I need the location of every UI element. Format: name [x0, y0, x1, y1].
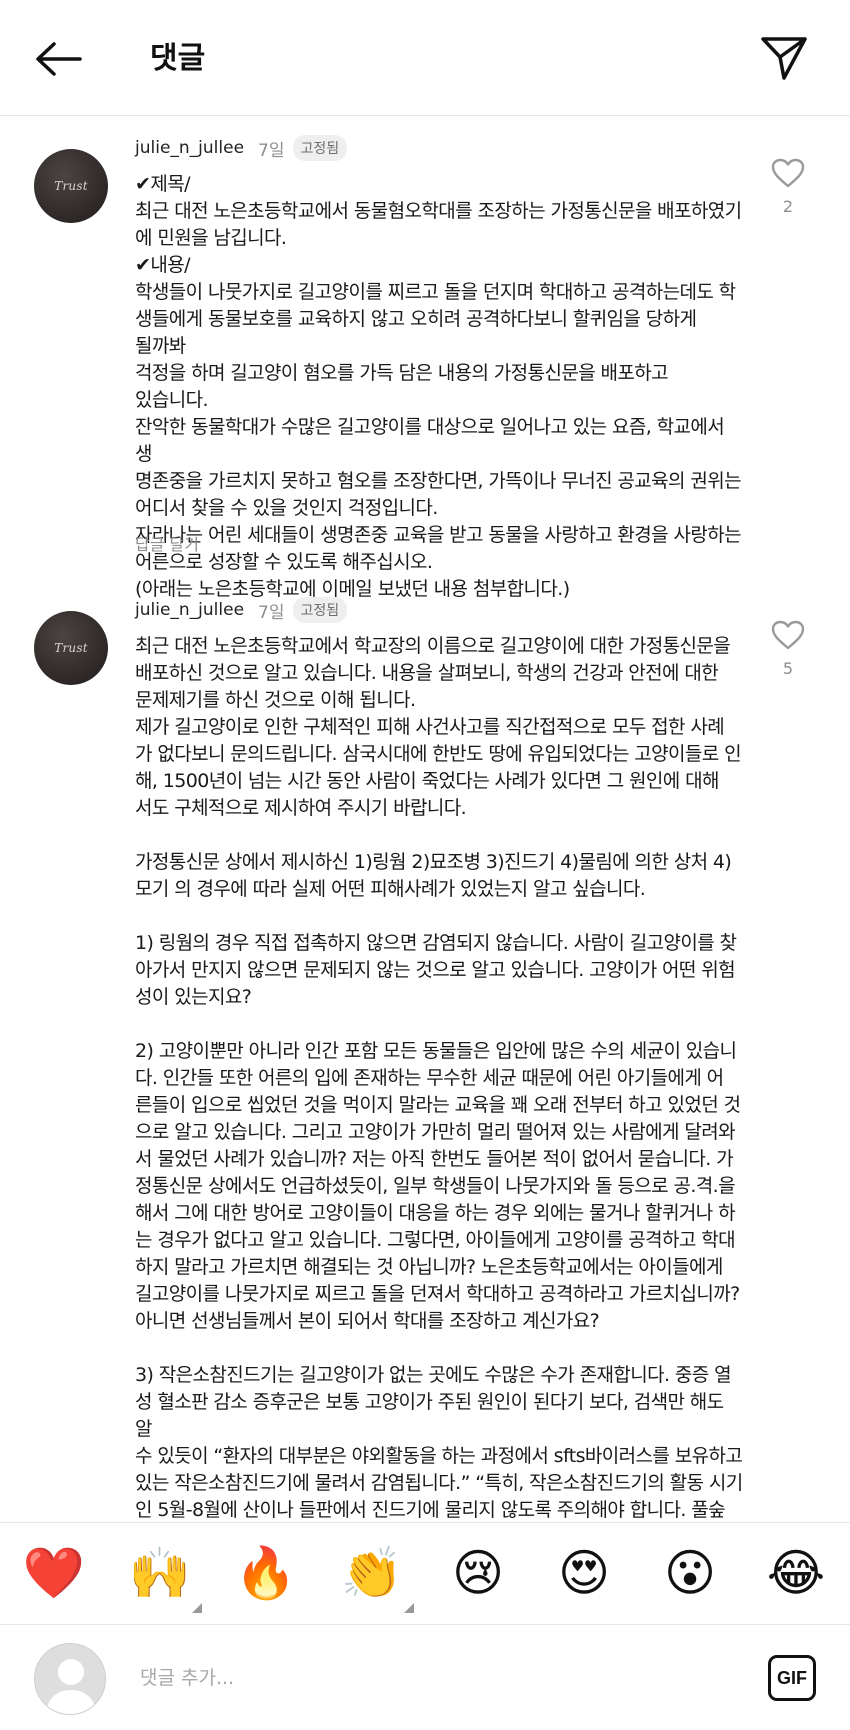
comment-age: 7일 [258, 602, 285, 623]
comment-meta: julie_n_jullee 7일 고정됨 [135, 597, 348, 623]
pinned-badge: 고정됨 [292, 135, 348, 161]
emoji-tears-of-joy-face[interactable]: 😂 [764, 1541, 828, 1605]
share-button[interactable] [756, 30, 812, 86]
emoji-glyph: 👏 [340, 1544, 404, 1602]
comment-input[interactable] [140, 1655, 700, 1701]
page-title: 댓글 [150, 41, 206, 76]
header: 댓글 [0, 0, 850, 116]
pinned-badge: 고정됨 [292, 597, 348, 623]
emoji-surprised-face[interactable]: 😮 [658, 1541, 722, 1605]
variants-indicator [404, 1603, 414, 1613]
variants-indicator [192, 1603, 202, 1613]
avatar[interactable]: Trust [34, 149, 108, 223]
comment-list[interactable]: Trust julie_n_jullee 7일 고정됨 ✔제목/ 최근 대전 노… [0, 116, 850, 1522]
comment-meta: julie_n_jullee 7일 고정됨 [135, 135, 348, 161]
like-count: 2 [782, 197, 794, 216]
avatar-logo-text: Trust [54, 641, 88, 655]
emoji-crying-face[interactable]: 😢 [446, 1541, 510, 1605]
username[interactable]: julie_n_jullee [135, 138, 244, 158]
emoji-glyph: 🙌 [128, 1544, 192, 1602]
avatar-logo-text: Trust [54, 179, 88, 193]
comment-composer: GIF [0, 1624, 850, 1730]
reply-button[interactable]: 답글 달기 [135, 531, 199, 555]
heart-outline-icon [771, 158, 805, 188]
paper-plane-icon [761, 37, 807, 80]
like-count: 5 [782, 659, 794, 678]
arrow-left-icon [36, 42, 82, 76]
emoji-raising-hands[interactable]: 🙌 [128, 1541, 202, 1613]
emoji-red-heart[interactable]: ❤️ [22, 1541, 86, 1605]
comments-screen: 댓글 Trust julie_n_jullee 7일 고정됨 ✔제목/ 최근 대… [0, 0, 850, 1730]
back-button[interactable] [28, 34, 88, 84]
like-button[interactable] [768, 153, 808, 193]
like-button[interactable] [768, 615, 808, 655]
emoji-clapping-hands[interactable]: 👏 [340, 1541, 414, 1613]
comment-text: ✔제목/ 최근 대전 노은초등학교에서 동물혐오학대를 조장하는 가정통신문을 … [135, 173, 742, 600]
username[interactable]: julie_n_jullee [135, 600, 244, 620]
avatar[interactable]: Trust [34, 611, 108, 685]
gif-button[interactable]: GIF [768, 1655, 816, 1701]
emoji-fire[interactable]: 🔥 [234, 1541, 298, 1605]
comment-text: 최근 대전 노은초등학교에서 학교장의 이름으로 길고양이에 대한 가정통신문을… [135, 635, 743, 1521]
emoji-bar: ❤️ 🙌 🔥 👏 😢 😍 😮 😂 [0, 1522, 850, 1624]
comment-age: 7일 [258, 140, 285, 161]
heart-outline-icon [771, 620, 805, 650]
current-user-avatar [34, 1643, 106, 1715]
emoji-heart-eyes-face[interactable]: 😍 [552, 1541, 616, 1605]
default-avatar-icon [35, 1644, 105, 1714]
